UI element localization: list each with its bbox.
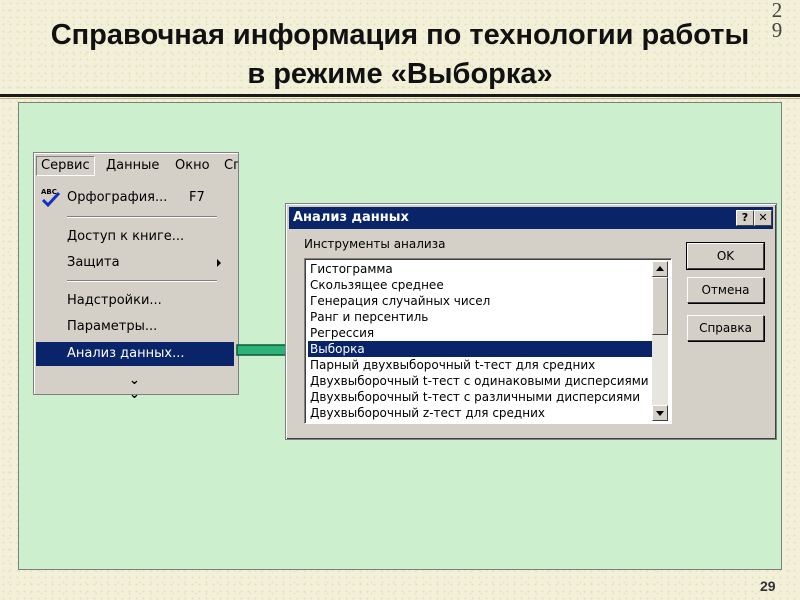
scroll-thumb[interactable]	[652, 277, 668, 335]
cancel-button[interactable]: Отмена	[687, 277, 764, 303]
menu-item-share-workbook[interactable]: Доступ к книге...	[67, 226, 184, 248]
list-item[interactable]: Двухвыборочный t-тест с различными диспе…	[308, 389, 654, 405]
list-item[interactable]: Генерация случайных чисел	[308, 293, 654, 309]
svg-text:ABC: ABC	[41, 188, 57, 196]
menu-item-spelling-label: Орфография...	[67, 190, 168, 205]
arrow-down-icon	[656, 411, 664, 416]
ok-button[interactable]: OK	[686, 242, 765, 270]
menu-separator	[67, 216, 217, 218]
list-item[interactable]: Двухвыборочный z-тест для средних	[308, 405, 654, 421]
list-item-selected[interactable]: Выборка	[308, 341, 654, 357]
menu-item-options[interactable]: Параметры...	[67, 316, 157, 338]
submenu-arrow-icon	[217, 259, 221, 267]
tools-list-label: Инструменты анализа	[304, 237, 446, 251]
menubar-item-window[interactable]: Окно	[171, 156, 214, 176]
menu-item-addins[interactable]: Надстройки...	[67, 290, 162, 312]
menu-item-spelling[interactable]: Орфография... F7	[67, 187, 205, 209]
dialog-titlebar[interactable]: Анализ данных ? ✕	[289, 207, 773, 229]
double-chevron-down-icon[interactable]: ⌄ ⌄	[129, 374, 140, 402]
spellcheck-icon: ABC	[41, 188, 61, 208]
scroll-up-button[interactable]	[652, 261, 668, 277]
dialog-title: Анализ данных	[293, 210, 409, 225]
menubar-item-help[interactable]: Сп	[220, 156, 238, 176]
title-divider	[0, 94, 800, 97]
tools-listbox[interactable]: Гистограмма Скользящее среднее Генерация…	[304, 258, 672, 424]
data-analysis-dialog: Анализ данных ? ✕ Инструменты анализа Ги…	[285, 203, 777, 440]
menubar-item-data[interactable]: Данные	[102, 156, 163, 176]
tools-scrollbar[interactable]	[652, 261, 668, 421]
menu-item-protection[interactable]: Защита	[67, 252, 120, 274]
menu-item-protection-label: Защита	[67, 255, 120, 270]
title-divider-light	[0, 98, 800, 99]
menubar: Сервис Данные Окно Сп	[34, 153, 238, 179]
menu-item-data-analysis[interactable]: Анализ данных...	[67, 343, 184, 365]
menubar-item-service[interactable]: Сервис	[36, 156, 95, 176]
list-item[interactable]: Парный двухвыборочный t-тест для средних	[308, 357, 654, 373]
scroll-down-button[interactable]	[652, 405, 668, 421]
list-item[interactable]: Регрессия	[308, 325, 654, 341]
page-number: 29	[760, 578, 776, 594]
arrow-up-icon	[656, 266, 664, 271]
list-item[interactable]: Двухвыборочный t-тест с одинаковыми дисп…	[308, 373, 654, 389]
menu-item-spelling-shortcut: F7	[189, 190, 205, 205]
menu-separator	[67, 280, 217, 282]
service-menu: Сервис Данные Окно Сп ABC Орфография... …	[33, 152, 239, 402]
help-button[interactable]: Справка	[687, 315, 764, 341]
slide-title: Справочная информация по технологии рабо…	[50, 19, 750, 90]
list-item[interactable]: Ранг и персентиль	[308, 309, 654, 325]
help-icon[interactable]: ?	[736, 210, 754, 226]
corner-slide-number: 29	[771, 0, 783, 42]
close-icon[interactable]: ✕	[754, 210, 772, 226]
list-item[interactable]: Скользящее среднее	[308, 277, 654, 293]
list-item[interactable]: Гистограмма	[308, 261, 654, 277]
